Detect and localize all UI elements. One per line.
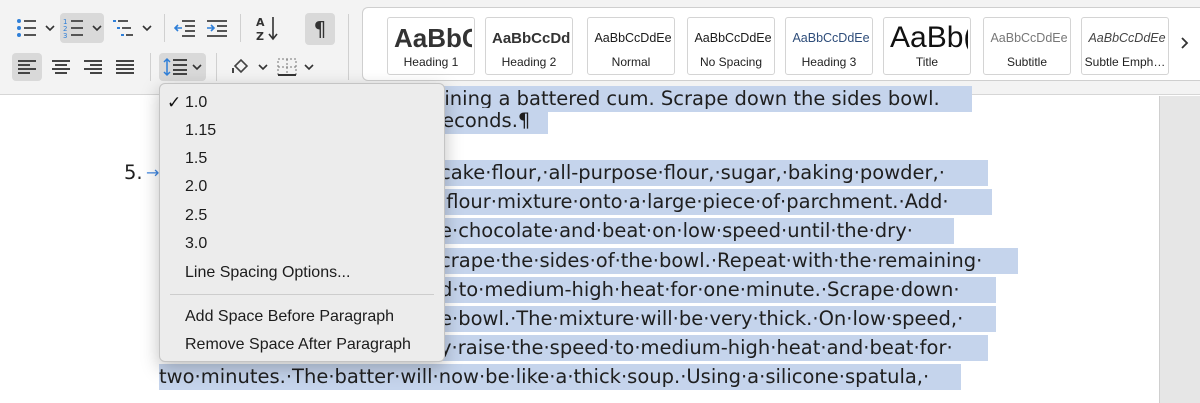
increase-indent-button[interactable]: [204, 14, 230, 42]
menu-divider: [170, 294, 434, 295]
line-spacing-option-1-15[interactable]: 1.15: [160, 117, 444, 145]
shading-button[interactable]: [228, 53, 272, 81]
align-left-button[interactable]: [12, 53, 42, 81]
document-line: ·flour·mixture·onto·a·large·piece·of·par…: [440, 189, 992, 215]
svg-text:Z: Z: [256, 30, 264, 42]
toolbar-divider: [240, 14, 241, 42]
line-spacing-option-1-0[interactable]: ✓ 1.0: [160, 89, 444, 117]
tab-arrow-icon: →: [146, 163, 160, 182]
styles-gallery: AaBbC Heading 1 AaBbCcDd Heading 2 AaBbC…: [362, 7, 1200, 81]
document-line: e·chocolate·and·beat·on·low·speed·until·…: [440, 218, 954, 244]
list-number: 5.: [124, 161, 143, 184]
shading-icon: [232, 58, 268, 74]
menu-item-label: Remove Space After Paragraph: [185, 336, 411, 353]
multilevel-list-button[interactable]: [110, 14, 154, 42]
borders-icon: [277, 58, 314, 76]
line-spacing-icon: [162, 57, 202, 77]
style-preview: AaBbC: [394, 22, 472, 53]
svg-text:3: 3: [63, 32, 67, 39]
style-preview: AaBbCcDdEe: [1088, 31, 1166, 45]
menu-item-label: Line Spacing Options...: [185, 264, 351, 281]
line-spacing-option-1-5[interactable]: 1.5: [160, 145, 444, 173]
style-heading-1[interactable]: AaBbC Heading 1: [387, 17, 475, 75]
sort-button[interactable]: A Z: [252, 12, 282, 44]
menu-item-label: Add Space Before Paragraph: [185, 308, 395, 325]
style-name: Heading 2: [501, 55, 557, 69]
style-no-spacing[interactable]: AaBbCcDdEe No Spacing: [687, 17, 775, 75]
document-line: e·bowl.·The·mixture·will·be·very·thick.·…: [440, 306, 996, 332]
style-name: Title: [915, 55, 939, 69]
align-left-icon: [18, 60, 36, 74]
style-preview: AaBbCcDdEe: [792, 31, 870, 45]
style-name: No Spacing: [699, 55, 763, 69]
show-formatting-marks-button[interactable]: ¶: [305, 13, 335, 45]
menu-item-label: 2.0: [185, 178, 208, 195]
bullets-icon: [17, 19, 55, 37]
numbering-icon: 1 2 3: [63, 18, 102, 39]
document-line: y·raise·the·speed·to·medium-high·heat·an…: [440, 335, 988, 361]
style-preview: AaBbCcDd: [492, 29, 570, 47]
menu-item-label: 2.5: [185, 207, 208, 224]
show-formatting-marks-icon: ¶: [313, 17, 327, 41]
line-spacing-button[interactable]: [159, 53, 206, 81]
remove-space-after-item[interactable]: Remove Space After Paragraph: [160, 331, 444, 359]
style-subtle-emphasis[interactable]: AaBbCcDdEe Subtle Emph…: [1081, 17, 1169, 75]
style-title[interactable]: AaBb( Title: [883, 17, 971, 75]
sort-icon: A Z: [256, 16, 278, 42]
toolbar-divider: [216, 53, 217, 81]
style-name: Subtitle: [1006, 55, 1048, 69]
increase-indent-icon: [207, 20, 227, 37]
align-right-button[interactable]: [78, 53, 108, 81]
document-line: d·to·medium-high·heat·for·one·minute.·Sc…: [440, 277, 996, 303]
borders-button[interactable]: [274, 53, 318, 81]
style-name: Heading 1: [403, 55, 459, 69]
menu-item-label: 1.15: [185, 122, 217, 139]
style-normal[interactable]: AaBbCcDdEe Normal: [587, 17, 675, 75]
style-subtitle[interactable]: AaBbCcDdEe Subtitle: [983, 17, 1071, 75]
numbering-button[interactable]: 1 2 3: [60, 13, 104, 43]
line-spacing-options-item[interactable]: Line Spacing Options...: [160, 259, 444, 287]
menu-item-label: 1.0: [185, 94, 208, 111]
menu-item-label: 3.0: [185, 235, 208, 252]
document-line: two·minutes.·The·batter·will·now·be·like…: [159, 364, 961, 390]
style-name: Heading 3: [801, 55, 857, 69]
style-preview: AaBbCcDdEe: [694, 31, 772, 45]
style-heading-3[interactable]: AaBbCcDdEe Heading 3: [785, 17, 873, 75]
ribbon: 1 2 3 A Z ¶ AaBb Heading 1 AaBbCcDd Head…: [0, 0, 1200, 95]
align-center-button[interactable]: [46, 53, 76, 81]
justify-button[interactable]: [110, 53, 140, 81]
style-heading-2[interactable]: AaBbCcDd Heading 2: [485, 17, 573, 75]
document-line: cake·flour,·all-purpose·flour,·sugar,·ba…: [440, 160, 988, 186]
align-right-icon: [84, 60, 102, 74]
gallery-next-button[interactable]: [1180, 36, 1190, 55]
style-preview: AaBbCcDdEe: [990, 31, 1068, 45]
add-space-before-item[interactable]: Add Space Before Paragraph: [160, 303, 444, 331]
style-preview: AaBbCcDdEe: [594, 31, 672, 45]
line-spacing-option-2-0[interactable]: 2.0: [160, 173, 444, 201]
document-line: crape·the·sides·of·the·bowl.·Repeat·with…: [440, 248, 1018, 274]
toolbar-divider: [150, 53, 151, 81]
chevron-right-icon: [1181, 37, 1189, 49]
line-spacing-option-2-5[interactable]: 2.5: [160, 202, 444, 230]
line-spacing-menu: ✓ 1.0 1.15 1.5 2.0 2.5 3.0 Line Spacing …: [159, 83, 445, 362]
style-name: Subtle Emph…: [1084, 55, 1166, 69]
line-spacing-option-3-0[interactable]: 3.0: [160, 230, 444, 258]
document-line: seconds.¶: [432, 108, 548, 134]
justify-icon: [116, 60, 134, 74]
toolbar-divider: [164, 14, 165, 42]
style-preview: AaBb(: [890, 22, 968, 54]
checkmark-icon: ✓: [167, 93, 182, 113]
svg-text:A: A: [256, 16, 265, 29]
bullets-button[interactable]: [13, 14, 57, 42]
decrease-indent-button[interactable]: [172, 14, 198, 42]
menu-item-label: 1.5: [185, 150, 208, 167]
multilevel-list-icon: [113, 20, 152, 36]
style-name: Normal: [611, 55, 651, 69]
decrease-indent-icon: [174, 20, 195, 37]
toolbar-divider: [348, 14, 349, 80]
align-center-icon: [52, 60, 70, 74]
